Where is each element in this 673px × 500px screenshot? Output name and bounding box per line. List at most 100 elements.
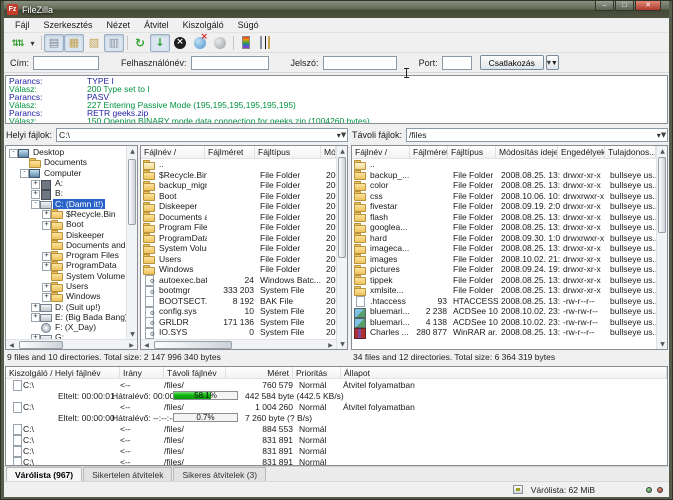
local-file-row[interactable]: Windows File Folder 2008. [141,264,336,275]
menu-item[interactable]: Átvitel [137,19,176,31]
queue-row[interactable]: Eltelt: 00:00:01 Hátralévő: 00:00:00 58.… [6,390,667,401]
local-list-hscrollbar[interactable]: ◀ ▶ [141,339,336,349]
local-tree-hscrollbar[interactable]: ◀ ▶ [6,339,137,349]
tree-item[interactable]: E: (Big Bada Bang) [6,312,126,322]
tree-expander-icon[interactable] [42,291,51,302]
quickconnect-button[interactable]: Csatlakozás [480,55,544,70]
local-file-row[interactable]: Users File Folder 2007. [141,254,336,265]
scroll-left-icon[interactable]: ◀ [6,340,17,350]
scroll-down-icon[interactable]: ▼ [657,339,668,349]
remote-file-row[interactable]: .htaccess 93 HTACCESS... 2008.08.25. 13:… [352,296,656,307]
tree-item[interactable]: C: (Damn it!) [6,198,126,208]
quickconnect-dropdown[interactable]: ▼ [546,55,559,70]
close-button[interactable]: ✕ [635,1,661,11]
toolbar-separator[interactable] [124,35,130,51]
local-file-row[interactable]: System Volume ... File Folder 2007. [141,243,336,254]
site-manager-button[interactable] [7,34,27,52]
tree-expander-icon[interactable] [31,311,40,322]
queue-row[interactable]: C:\ <-- /files/ 831 891 Normál [6,445,667,456]
menu-item[interactable]: Nézet [100,19,138,31]
remote-file-row[interactable]: googlea... File Folder 2008.08.25. 13:..… [352,222,656,233]
menu-item[interactable]: Szerkesztés [37,19,100,31]
toggle-local-tree-button[interactable] [64,34,84,52]
column-header-size[interactable]: Méret [226,367,293,378]
remote-file-row[interactable]: css File Folder 2008.10.06. 10:... drwxr… [352,191,656,202]
tree-item[interactable]: B: [6,188,126,198]
toolbar-separator[interactable] [38,35,44,51]
username-input[interactable] [191,56,269,70]
tree-item[interactable]: Diskeeper [6,229,126,239]
titlebar[interactable]: Fz FileZilla – □ ✕ [4,1,669,18]
password-input[interactable] [323,56,397,70]
scroll-right-icon[interactable]: ▶ [126,340,137,350]
queue-row[interactable]: C:\ <-- /files/ 884 553 Normál [6,423,667,434]
column-header-name[interactable]: Fájlnév / [141,146,205,158]
scroll-down-icon[interactable]: ▼ [127,329,138,339]
remote-list-vscrollbar[interactable]: ▲ ▼ [656,146,667,349]
remote-file-row[interactable]: .. [352,159,656,170]
chevron-down-icon[interactable]: ▼ [336,129,347,141]
tree-item[interactable]: Windows [6,291,126,301]
remote-file-row[interactable]: fivestar File Folder 2008.09.19. 2:0... … [352,201,656,212]
queue-row[interactable]: C:\ <-- /files/ 831 891 Normál [6,434,667,445]
tree-item[interactable]: G: [6,332,126,339]
toggle-queue-button[interactable] [104,34,124,52]
column-header-type[interactable]: Fájltípus [448,146,496,158]
remote-file-row[interactable]: xmlsite... File Folder 2008.08.25. 13:..… [352,285,656,296]
remote-file-row[interactable]: bluemari... 4 138 ACDSee 10... 2008.10.0… [352,317,656,328]
tree-item[interactable]: A: [6,178,126,188]
column-header-status[interactable]: Állapot [341,367,667,378]
column-header-size[interactable]: Fájlméret [205,146,255,158]
host-input[interactable] [33,56,99,70]
menu-item[interactable]: Fájl [8,19,37,31]
column-header-direction[interactable]: Irány [120,367,164,378]
comparison-button[interactable] [256,34,276,52]
refresh-button[interactable] [130,34,150,52]
site-manager-dropdown[interactable] [27,34,38,52]
remote-path-combo[interactable]: /files ▼ [406,128,668,142]
remote-file-row[interactable]: pictures File Folder 2008.09.24. 19:... … [352,264,656,275]
tree-expander-icon[interactable] [42,260,51,271]
local-file-row[interactable]: autoexec.bat 24 Windows Batc... 2006. [141,275,336,286]
tree-item[interactable]: $Recycle.Bin [6,209,126,219]
tree-item[interactable]: System Volume Inf [6,271,126,281]
queue-row[interactable]: C:\ <-- /files/ 831 891 Normál [6,456,667,465]
toggle-remote-tree-button[interactable] [84,34,104,52]
tree-item[interactable]: Program Files [6,250,126,260]
column-header-remote-file[interactable]: Távoli fájlnév [164,367,226,378]
remote-file-row[interactable]: flash File Folder 2008.08.25. 13:... drw… [352,212,656,223]
filter-button[interactable] [236,34,256,52]
scroll-up-icon[interactable]: ▲ [337,146,348,156]
local-file-row[interactable]: bootmgr 333 203 System File 2008. [141,285,336,296]
remote-file-row[interactable]: images File Folder 2008.10.02. 21:... dr… [352,254,656,265]
remote-file-row[interactable]: backup_... File Folder 2008.08.25. 13:..… [352,170,656,181]
local-file-row[interactable]: ProgramData File Folder 2008. [141,233,336,244]
tree-item[interactable]: D: (Suit up!) [6,301,126,311]
local-file-row[interactable]: Boot File Folder 2008. [141,191,336,202]
local-file-row[interactable]: Program Files File Folder 2008. [141,222,336,233]
toggle-message-log-button[interactable] [44,34,64,52]
column-header-permissions[interactable]: Engedélyek [558,146,605,158]
chevron-down-icon[interactable]: ▼ [656,129,667,141]
scroll-right-icon[interactable]: ▶ [325,340,336,350]
scroll-down-icon[interactable]: ▼ [337,339,348,349]
reconnect-button[interactable] [210,34,230,52]
column-header-priority[interactable]: Prioritás [293,367,341,378]
port-input[interactable] [442,56,472,70]
remote-file-row[interactable]: bluemari... 2 238 ACDSee 10... 2008.10.0… [352,306,656,317]
column-header-date[interactable]: Módo [321,146,336,158]
column-header-local-file[interactable]: Kiszolgáló / Helyi fájlnév [6,367,120,378]
queue-row[interactable]: C:\ <-- /files/ 1 004 260 Normál Átvitel… [6,401,667,412]
local-file-row[interactable]: $Recycle.Bin File Folder 2007. [141,170,336,181]
local-file-row[interactable]: Documents and ... File Folder 2006. [141,212,336,223]
local-path-combo[interactable]: C:\ ▼ [56,128,348,142]
queue-row[interactable]: Eltelt: 00:00:00 Hátralévő: --:--:-- 0.7… [6,412,667,423]
local-file-row[interactable]: BOOTSECT.BAK 8 192 BAK File 2007. [141,296,336,307]
remote-file-row[interactable]: imageca... File Folder 2008.08.25. 13:..… [352,243,656,254]
menu-item[interactable]: Kiszolgáló [176,19,231,31]
column-header-name[interactable]: Fájlnév / [352,146,410,158]
local-file-row[interactable]: .. [141,159,336,170]
column-header-date[interactable]: Módosítás ideje [496,146,558,158]
column-header-type[interactable]: Fájltípus [255,146,321,158]
column-header-size[interactable]: Fájlméret [410,146,448,158]
